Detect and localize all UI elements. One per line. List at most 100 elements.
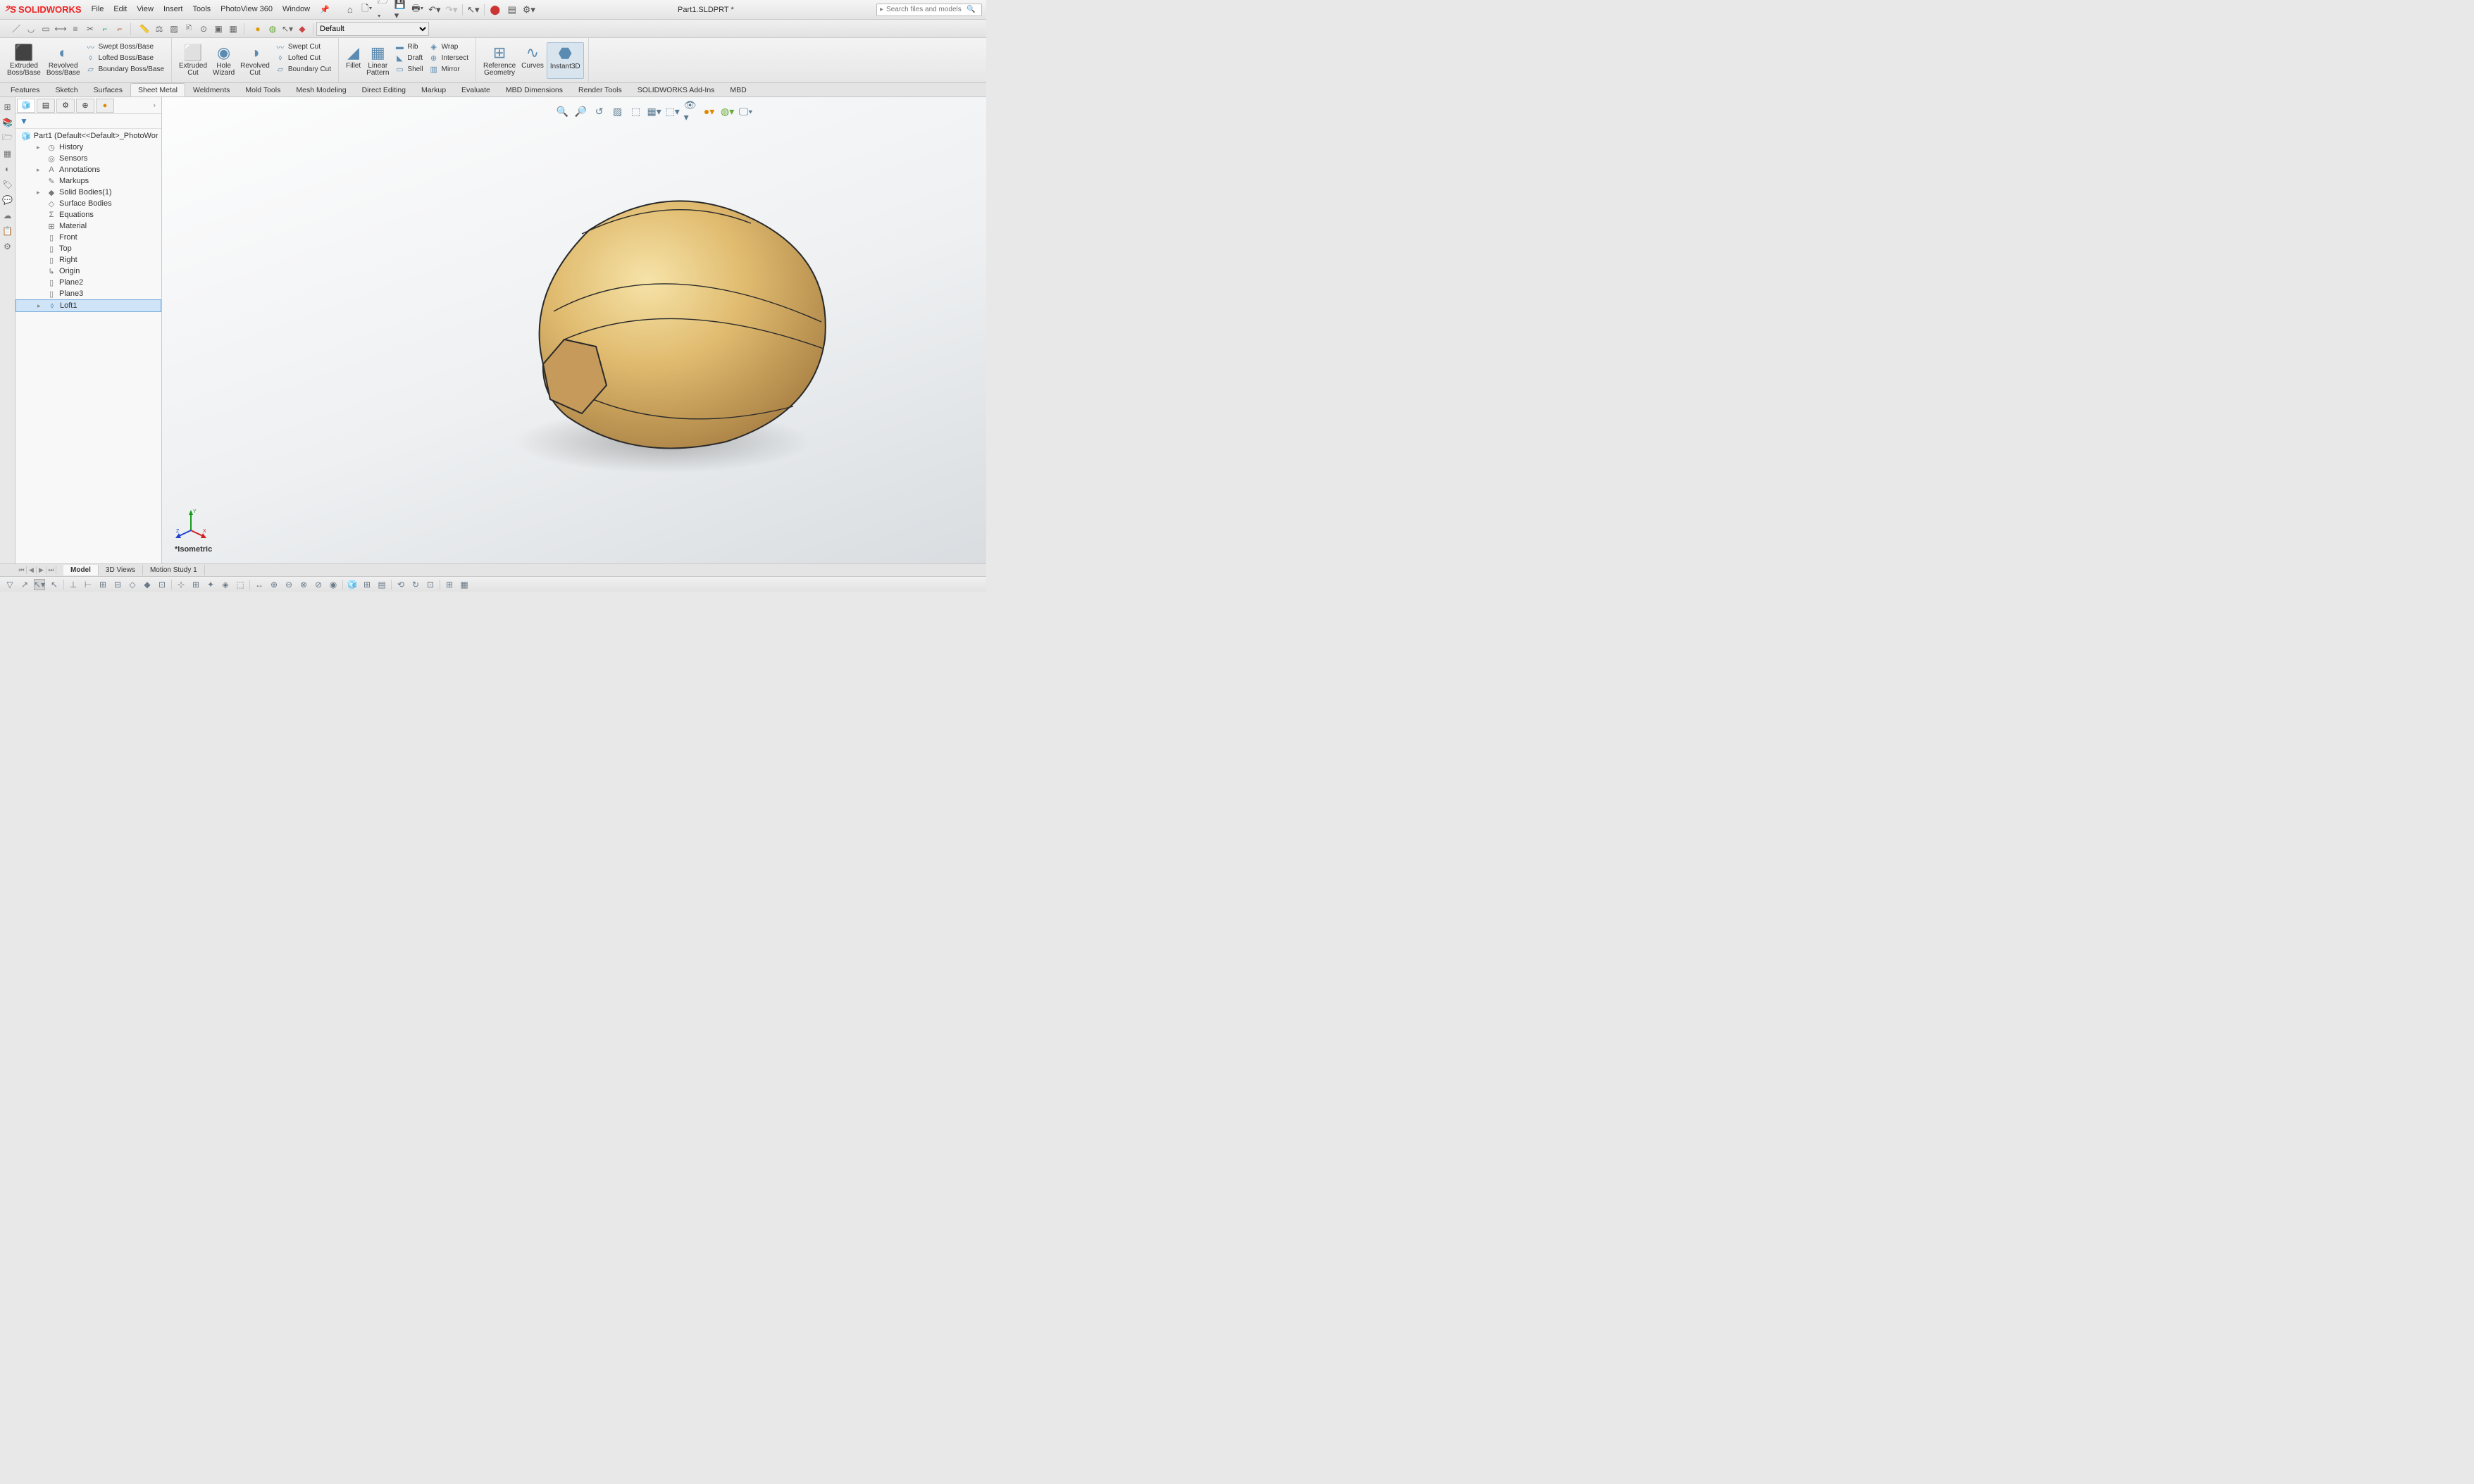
qat-scene-icon[interactable]: ◍: [266, 23, 279, 35]
rail-file-explorer-icon[interactable]: 🗁: [2, 132, 13, 144]
bottom-tab-motion[interactable]: Motion Study 1: [143, 565, 205, 575]
expand-icon[interactable]: ▸: [37, 189, 44, 197]
view-triad[interactable]: Y X Z: [175, 507, 207, 540]
section-view-icon[interactable]: ▨: [611, 104, 625, 118]
qat-mass-icon[interactable]: ⚖: [153, 23, 166, 35]
expand-icon[interactable]: ▸: [37, 302, 44, 310]
sb-misc4-icon[interactable]: ⊗: [298, 579, 309, 590]
expand-icon[interactable]: ▸: [37, 144, 44, 151]
zoom-fit-icon[interactable]: 🔍: [556, 104, 570, 118]
sb-cursor-icon[interactable]: ↖▾: [34, 579, 45, 590]
tree-item-loft1[interactable]: ▸⬨Loft1: [15, 299, 161, 312]
sb-snap5-icon[interactable]: ◇: [127, 579, 138, 590]
menu-window[interactable]: Window: [282, 5, 310, 14]
tree-tab-dim-icon[interactable]: ⊕: [76, 99, 94, 113]
wrap-button[interactable]: ◈Wrap: [429, 42, 468, 52]
tab-features[interactable]: Features: [3, 83, 47, 96]
hide-show-icon[interactable]: ⬚▾: [666, 104, 680, 118]
open-doc-icon[interactable]: 🗁▾: [378, 4, 390, 16]
view-orient-icon[interactable]: ⬚: [629, 104, 643, 118]
tree-filter[interactable]: ▼: [15, 114, 161, 129]
tree-tab-property-icon[interactable]: ▤: [37, 99, 55, 113]
sb-assy-icon[interactable]: ⊞: [361, 579, 373, 590]
qat-datum-icon[interactable]: ▣: [212, 23, 225, 35]
sb-rebuild-icon[interactable]: ↻: [410, 579, 421, 590]
swept-boss-button[interactable]: 〰Swept Boss/Base: [86, 42, 164, 52]
display-state-select[interactable]: Default: [316, 22, 429, 36]
hole-wizard-button[interactable]: ◉HoleWizard: [210, 42, 237, 79]
linear-pattern-button[interactable]: ▦LinearPattern: [363, 42, 392, 79]
screen-capture-icon[interactable]: 🖵▾: [739, 104, 753, 118]
tree-collapse-icon[interactable]: ›: [149, 101, 160, 110]
menu-insert[interactable]: Insert: [163, 5, 183, 14]
tree-item-top[interactable]: ▯Top: [15, 243, 161, 254]
tab-evaluate[interactable]: Evaluate: [454, 83, 498, 96]
sb-filter-icon[interactable]: ▽: [4, 579, 15, 590]
qat-arc-icon[interactable]: ◡: [25, 23, 37, 35]
sb-grid4-icon[interactable]: ◈: [220, 579, 231, 590]
sb-end1-icon[interactable]: ⊞: [444, 579, 455, 590]
qat-3dsketch-icon[interactable]: ⌐: [113, 23, 126, 35]
btab-prev-icon[interactable]: ◀: [27, 566, 37, 574]
rail-custom-props-icon[interactable]: 🏷: [2, 179, 13, 190]
graphics-viewport[interactable]: 🔍 🔎 ↺ ▨ ⬚ ▦▾ ⬚▾ 👁▾ ●▾ ◍▾ 🖵▾: [162, 97, 986, 563]
save-icon[interactable]: 💾▾: [394, 4, 407, 16]
menu-view[interactable]: View: [137, 5, 154, 14]
options-panel-icon[interactable]: ▤: [506, 4, 518, 16]
sb-grid2-icon[interactable]: ⊞: [190, 579, 201, 590]
tab-weldments[interactable]: Weldments: [185, 83, 237, 96]
sb-snap7-icon[interactable]: ⊡: [156, 579, 168, 590]
extruded-boss-button[interactable]: ⬛ExtrudedBoss/Base: [4, 42, 44, 79]
draft-button[interactable]: ◣Draft: [394, 54, 423, 63]
tree-item-markups[interactable]: ✎Markups: [15, 175, 161, 187]
search-input[interactable]: [886, 6, 964, 13]
sb-snap3-icon[interactable]: ⊞: [97, 579, 108, 590]
rail-cam-icon[interactable]: ⚙: [2, 241, 13, 252]
qat-sketch-icon[interactable]: ⌐: [99, 23, 111, 35]
tab-surfaces[interactable]: Surfaces: [86, 83, 130, 96]
redo-icon[interactable]: ↷▾: [445, 4, 458, 16]
tree-item-history[interactable]: ▸◷History: [15, 142, 161, 153]
undo-icon[interactable]: ↶▾: [428, 4, 441, 16]
qat-measure-icon[interactable]: 📏: [138, 23, 151, 35]
tab-mbd[interactable]: MBD: [722, 83, 754, 96]
tree-item-material-not-specified-[interactable]: ⊞Material: [15, 220, 161, 232]
menu-photoview[interactable]: PhotoView 360: [220, 5, 273, 14]
qat-dim-icon[interactable]: ⟷: [54, 23, 67, 35]
tree-item-front[interactable]: ▯Front: [15, 232, 161, 243]
shell-button[interactable]: ▭Shell: [394, 65, 423, 75]
new-doc-icon[interactable]: 🗋▾: [361, 4, 373, 16]
pin-icon[interactable]: 📌: [320, 5, 330, 14]
tree-item-surface-bodies[interactable]: ◇Surface Bodies: [15, 198, 161, 209]
sb-misc3-icon[interactable]: ⊖: [283, 579, 294, 590]
zoom-area-icon[interactable]: 🔎: [574, 104, 588, 118]
sb-snap1-icon[interactable]: ⊥: [68, 579, 79, 590]
qat-rel-icon[interactable]: ≡: [69, 23, 82, 35]
rail-clipboard-icon[interactable]: 📋: [2, 225, 13, 237]
revolved-boss-button[interactable]: ◐RevolvedBoss/Base: [44, 42, 83, 79]
sb-grid1-icon[interactable]: ⊹: [175, 579, 187, 590]
swept-cut-button[interactable]: 〰Swept Cut: [275, 42, 331, 52]
sb-grid3-icon[interactable]: ✦: [205, 579, 216, 590]
tree-tab-config-icon[interactable]: ⚙: [56, 99, 75, 113]
menu-file[interactable]: File: [92, 5, 104, 14]
print-icon[interactable]: 🖶▾: [411, 4, 424, 16]
tree-item-annotations[interactable]: ▸AAnnotations: [15, 164, 161, 175]
tree-item-equations[interactable]: ΣEquations: [15, 209, 161, 220]
tree-item-plane3[interactable]: ▯Plane3: [15, 288, 161, 299]
tab-rendertools[interactable]: Render Tools: [571, 83, 630, 96]
tab-markup[interactable]: Markup: [414, 83, 454, 96]
qat-select-icon[interactable]: ↖▾: [281, 23, 294, 35]
intersect-button[interactable]: ⊕Intersect: [429, 54, 468, 63]
extruded-cut-button[interactable]: ⬜ExtrudedCut: [176, 42, 210, 79]
btab-next-icon[interactable]: ▶: [37, 566, 46, 574]
qat-balloon-icon[interactable]: ⊙: [197, 23, 210, 35]
qat-note-icon[interactable]: 🗈: [182, 23, 195, 35]
sb-end2-icon[interactable]: ▦: [459, 579, 470, 590]
qat-appearance-icon[interactable]: ●: [251, 23, 264, 35]
qat-rect-icon[interactable]: ▭: [39, 23, 52, 35]
rail-design-lib-icon[interactable]: 📚: [2, 117, 13, 128]
sb-misc1-icon[interactable]: ↔: [254, 579, 265, 590]
tree-item-plane2[interactable]: ▯Plane2: [15, 277, 161, 288]
qat-section-icon[interactable]: ▨: [168, 23, 180, 35]
